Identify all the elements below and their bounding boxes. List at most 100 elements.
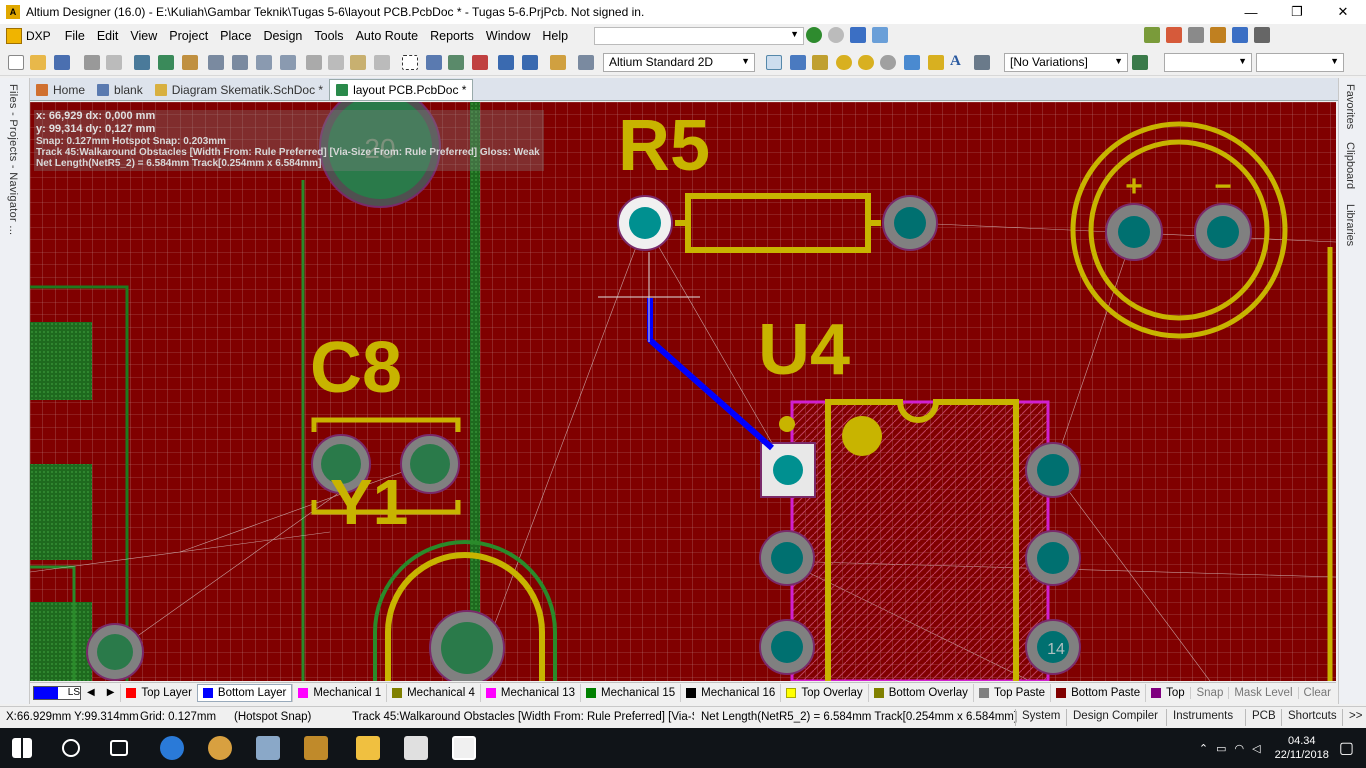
pad-icon[interactable] xyxy=(836,55,852,70)
view-mode-select[interactable]: Altium Standard 2D ▼ xyxy=(603,53,755,72)
undo-icon[interactable] xyxy=(498,55,514,70)
altium-taskbar-icon[interactable] xyxy=(304,736,328,760)
zoom-selected-icon[interactable] xyxy=(280,55,296,70)
pcb-canvas[interactable]: 20 R5 + − C8 Y1 U4 14 x: 66,929 dx: 0,00… xyxy=(30,102,1336,681)
layer-tab-top-layer[interactable]: Top Layer xyxy=(120,683,197,702)
zoom-fit-icon[interactable] xyxy=(208,55,224,70)
tab-favorites[interactable]: Favorites xyxy=(1344,84,1356,129)
crossprobe-icon[interactable] xyxy=(550,55,566,70)
menu-edit[interactable]: Edit xyxy=(91,29,125,43)
layer-scroll-left-icon[interactable]: ◀ xyxy=(87,687,95,698)
select-connected-icon[interactable] xyxy=(448,55,464,70)
task-view-icon[interactable] xyxy=(110,740,128,756)
minimize-button[interactable]: — xyxy=(1228,0,1274,24)
align-icon[interactable] xyxy=(1166,27,1182,43)
layer-tab-top-solder[interactable]: Top xyxy=(1145,683,1190,702)
layer-set-button[interactable]: LS xyxy=(33,685,81,700)
browse-icon[interactable] xyxy=(578,55,594,70)
wifi-icon[interactable]: ◠ xyxy=(1235,742,1245,755)
variations-select[interactable]: [No Variations] ▼ xyxy=(1004,53,1128,72)
menu-help[interactable]: Help xyxy=(536,29,574,43)
zoom-area-icon[interactable] xyxy=(232,55,248,70)
left-panel-label[interactable]: Files - Projects - Navigator ... xyxy=(7,84,19,235)
snap-button[interactable]: Snap xyxy=(1190,686,1228,699)
refresh-icon[interactable] xyxy=(872,27,888,43)
design-rule-icon[interactable] xyxy=(1144,27,1160,43)
layer-tab-top-paste[interactable]: Top Paste xyxy=(972,683,1050,702)
tab-clipboard[interactable]: Clipboard xyxy=(1344,142,1356,189)
battery-icon[interactable]: ▭ xyxy=(1216,742,1226,755)
tab-blank[interactable]: blank xyxy=(91,79,149,100)
photos-icon[interactable] xyxy=(452,736,476,760)
menu-window[interactable]: Window xyxy=(480,29,536,43)
panel-instruments-button[interactable]: Instruments xyxy=(1166,709,1239,726)
folder-icon[interactable] xyxy=(182,55,198,70)
tab-schematic[interactable]: Diagram Skematik.SchDoc * xyxy=(149,79,329,100)
layer-tab-bottom-layer[interactable]: Bottom Layer xyxy=(196,683,293,702)
forward-icon[interactable] xyxy=(828,27,844,43)
room-icon[interactable] xyxy=(1210,27,1226,43)
layer-tab-bottom-overlay[interactable]: Bottom Overlay xyxy=(867,683,973,702)
menu-file[interactable]: File xyxy=(59,29,91,43)
new-icon[interactable] xyxy=(8,55,24,70)
menu-project[interactable]: Project xyxy=(163,29,214,43)
array-icon[interactable] xyxy=(1232,27,1248,43)
multi-route-icon[interactable] xyxy=(812,55,828,70)
blank-select-2[interactable]: ▼ xyxy=(1256,53,1344,72)
panel-shortcuts-button[interactable]: Shortcuts xyxy=(1281,709,1343,726)
board-icon[interactable] xyxy=(158,55,174,70)
move-icon[interactable] xyxy=(426,55,442,70)
print-preview-icon[interactable] xyxy=(106,55,122,70)
windows-start-icon[interactable] xyxy=(12,738,32,758)
edge-icon[interactable] xyxy=(160,736,184,760)
layer-tab-mechanical-1[interactable]: Mechanical 1 xyxy=(292,683,386,702)
select-area-icon[interactable] xyxy=(402,55,418,70)
copy-icon[interactable] xyxy=(328,55,344,70)
component-place-icon[interactable] xyxy=(974,55,990,70)
tray-chevron-icon[interactable]: ⌃ xyxy=(1199,742,1208,755)
clock[interactable]: 04.34 22/11/2018 xyxy=(1275,734,1329,762)
layer-tab-mechanical-4[interactable]: Mechanical 4 xyxy=(386,683,480,702)
menu-design[interactable]: Design xyxy=(257,29,308,43)
layer-tab-top-overlay[interactable]: Top Overlay xyxy=(780,683,867,702)
menu-reports[interactable]: Reports xyxy=(424,29,480,43)
cut-icon[interactable] xyxy=(306,55,322,70)
snipping-tool-icon[interactable] xyxy=(256,736,280,760)
panel-pcb-button[interactable]: PCB xyxy=(1245,709,1282,726)
3d-view-icon[interactable] xyxy=(134,55,150,70)
layer-tab-bottom-paste[interactable]: Bottom Paste xyxy=(1050,683,1145,702)
blank-select-1[interactable]: ▼ xyxy=(1164,53,1252,72)
tab-home[interactable]: Home xyxy=(30,79,91,100)
search-icon[interactable] xyxy=(62,739,80,757)
fill-icon[interactable] xyxy=(904,55,920,70)
grid-icon[interactable] xyxy=(1254,27,1270,43)
path-combo[interactable]: ▼ xyxy=(594,27,804,45)
layer-scroll-right-icon[interactable]: ▶ xyxy=(107,687,115,698)
paint-icon[interactable] xyxy=(208,736,232,760)
open-icon[interactable] xyxy=(30,55,46,70)
back-icon[interactable] xyxy=(806,27,822,43)
deselect-icon[interactable] xyxy=(472,55,488,70)
zoom-icon[interactable] xyxy=(256,55,272,70)
menu-tools[interactable]: Tools xyxy=(308,29,349,43)
diff-pair-icon[interactable] xyxy=(790,55,806,70)
maximize-button[interactable]: ❐ xyxy=(1274,0,1320,24)
via-icon[interactable] xyxy=(858,55,874,70)
file-explorer-icon[interactable] xyxy=(356,736,380,760)
paste-icon[interactable] xyxy=(350,55,366,70)
calculator-icon[interactable] xyxy=(404,736,428,760)
text-icon[interactable]: A xyxy=(950,53,966,69)
notification-icon[interactable]: ▢ xyxy=(1339,738,1354,758)
layer-tab-mechanical-13[interactable]: Mechanical 13 xyxy=(479,683,580,702)
panel-system-button[interactable]: System xyxy=(1015,709,1066,726)
polygon-icon[interactable] xyxy=(928,55,944,70)
print-icon[interactable] xyxy=(84,55,100,70)
redo-icon[interactable] xyxy=(522,55,538,70)
variant-manager-icon[interactable] xyxy=(1132,55,1148,70)
interactive-route-icon[interactable] xyxy=(766,55,782,70)
menu-auto-route[interactable]: Auto Route xyxy=(350,29,425,43)
menu-place[interactable]: Place xyxy=(214,29,257,43)
rubber-stamp-icon[interactable] xyxy=(374,55,390,70)
clear-button[interactable]: Clear xyxy=(1297,686,1336,699)
home-icon[interactable] xyxy=(850,27,866,43)
